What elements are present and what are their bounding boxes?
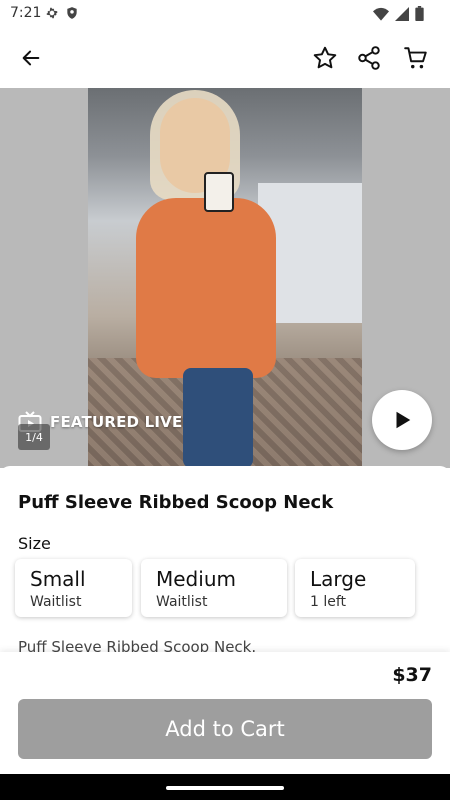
- size-name: Small: [30, 567, 86, 591]
- status-bar: 7:21: [0, 0, 450, 28]
- gear-icon: [46, 7, 58, 19]
- add-to-cart-button[interactable]: Add to Cart: [18, 699, 432, 759]
- size-label: Size: [18, 534, 51, 553]
- size-name: Medium: [156, 567, 236, 591]
- app-bar: [0, 28, 450, 88]
- status-left-icons: [45, 6, 79, 20]
- model-phone: [204, 172, 234, 212]
- play-icon: [396, 411, 411, 429]
- battery-icon: [415, 6, 424, 21]
- product-price: $37: [392, 664, 432, 686]
- size-status: Waitlist: [156, 594, 208, 610]
- size-status: 1 left: [310, 594, 347, 610]
- size-option-small[interactable]: Small Waitlist: [15, 559, 132, 617]
- media-counter: 1/4: [18, 424, 50, 450]
- share-icon: [358, 46, 380, 70]
- model-jeans: [183, 368, 253, 468]
- back-arrow-icon: [22, 50, 40, 66]
- product-description: Puff Sleeve Ribbed Scoop Neck.: [18, 638, 257, 653]
- size-option-large[interactable]: Large 1 left: [295, 559, 415, 617]
- back-button[interactable]: [15, 42, 47, 74]
- orange-sweater: [136, 198, 276, 378]
- cart-icon: [404, 47, 427, 69]
- size-name: Large: [310, 567, 367, 591]
- status-right-icons: [373, 6, 424, 21]
- size-option-medium[interactable]: Medium Waitlist: [141, 559, 287, 617]
- star-icon: [313, 46, 337, 69]
- size-status: Waitlist: [30, 594, 82, 610]
- wifi-icon: [373, 7, 389, 21]
- favorite-button[interactable]: [309, 42, 341, 74]
- status-time: 7:21: [10, 5, 42, 21]
- share-button[interactable]: [353, 42, 385, 74]
- play-button[interactable]: [372, 390, 432, 450]
- featured-live-label: FEATURED LIVE: [50, 413, 183, 431]
- signal-icon: [395, 6, 409, 21]
- cart-button[interactable]: [400, 42, 432, 74]
- home-gesture-pill[interactable]: [166, 786, 284, 790]
- shield-icon: [67, 7, 77, 19]
- product-title: Puff Sleeve Ribbed Scoop Neck: [18, 492, 334, 513]
